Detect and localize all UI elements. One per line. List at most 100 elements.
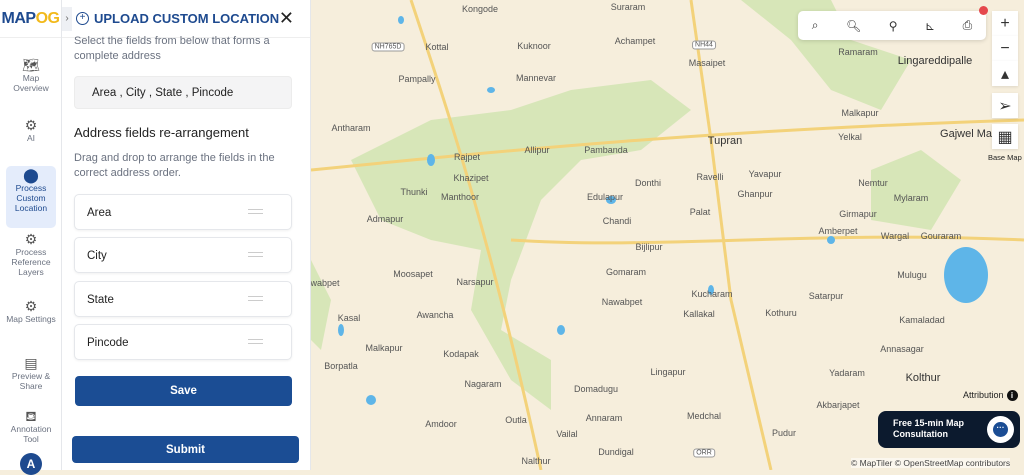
place-label: Kallakal — [683, 309, 715, 319]
water-body — [557, 325, 565, 335]
place-label: Ramaram — [838, 47, 878, 57]
mapog-logo[interactable]: MAP OG — [0, 0, 61, 38]
rail-item-label: Preview & Share — [11, 371, 51, 391]
rail-item-2[interactable]: ⬤ Process Custom Location — [6, 166, 56, 228]
forest-area — [311, 260, 331, 350]
map-toolbar: ⌕ 🔍︎ ⚲ ⊾ ⎙ — [798, 11, 986, 40]
place-label: Malkapur — [841, 108, 879, 118]
map-background — [311, 0, 1024, 470]
place-label: Gajwel Ma — [940, 128, 992, 140]
highway-shield: ORR — [693, 448, 715, 458]
rail-item-3[interactable]: ⚙ Process Reference Layers — [6, 230, 56, 277]
place-label: Manthoor — [440, 192, 480, 202]
close-icon[interactable]: ✕ — [279, 8, 294, 29]
preview-icon: ▤ — [24, 355, 38, 371]
place-label: Antharam — [331, 123, 371, 133]
address-fields-select[interactable]: Area , City , State , Pincode — [74, 76, 292, 109]
place-label: Achampet — [614, 36, 656, 46]
consultation-label: Free 15-min Map Consultation — [893, 418, 965, 439]
water-body — [366, 395, 376, 405]
place-label: Edulapur — [586, 192, 624, 202]
place-label: wabpet — [311, 278, 340, 288]
search-icon[interactable]: 🔍︎ — [846, 19, 861, 33]
gear-icon: ⚙ — [24, 231, 38, 247]
place-label: Awancha — [416, 310, 454, 320]
water-body — [827, 236, 835, 244]
upload-custom-location-panel: › + UPLOAD CUSTOM LOCATION ✕ Select the … — [62, 0, 311, 470]
base-map-label: Base Map — [988, 153, 1022, 162]
place-label: Kodapak — [443, 349, 479, 359]
print-icon[interactable]: ⎙ — [963, 18, 973, 33]
measure-icon[interactable]: ⊾ — [925, 19, 935, 33]
field-label: Pincode — [87, 337, 129, 349]
place-label: Nagaram — [464, 379, 502, 389]
base-map-icon[interactable]: ▦ — [992, 124, 1018, 149]
place-label: Thunki — [400, 187, 428, 197]
place-label: Gomaram — [605, 267, 647, 277]
rail-item-5[interactable]: ▤ Preview & Share — [6, 354, 56, 391]
place-label: Kucharam — [691, 289, 733, 299]
compass-icon[interactable]: ▴ — [992, 61, 1018, 86]
water-body — [398, 16, 404, 24]
close-toolbar-badge[interactable] — [979, 6, 988, 15]
field-state[interactable]: State — [74, 281, 292, 317]
zoom-out-button[interactable]: − — [992, 36, 1018, 61]
place-label: Admapur — [366, 214, 404, 224]
rearrange-hint: Drag and drop to arrange the fields in t… — [74, 152, 275, 179]
location-marker-icon[interactable]: ⚲ — [889, 19, 898, 33]
field-pincode[interactable]: Pincode — [74, 324, 292, 360]
place-label: Nalthur — [521, 456, 551, 466]
place-label: Kothuru — [765, 308, 797, 318]
drag-handle-icon[interactable] — [248, 209, 263, 214]
consultation-button[interactable]: Free 15-min Map Consultation ··· — [878, 411, 1020, 448]
place-label: Kasal — [337, 313, 361, 323]
place-label: Pambanda — [584, 145, 628, 155]
highway-shield: NH44 — [692, 40, 716, 50]
place-label: Borpatla — [324, 361, 358, 371]
rail-item-0[interactable]: 🗺︎ Map Overview — [6, 56, 56, 93]
place-label: Annasagar — [880, 344, 924, 354]
rail-item-4[interactable]: ⚙ Map Settings — [6, 297, 56, 324]
rail-item-label: Map Overview — [13, 73, 49, 93]
place-label: Mannevar — [515, 73, 557, 83]
select-fields-hint: Select the fields from below that forms … — [74, 35, 270, 62]
paint-bucket-icon: ⛾ — [25, 408, 37, 424]
rail-item-label: Process Reference Layers — [11, 247, 51, 277]
forest-area — [871, 150, 961, 230]
collapse-chevron-icon[interactable]: › — [62, 6, 72, 31]
chat-icon[interactable]: ··· — [987, 416, 1014, 443]
place-label: Gouraram — [920, 231, 962, 241]
drag-handle-icon[interactable] — [248, 339, 263, 344]
place-label: Chandi — [602, 216, 632, 226]
attribution-button[interactable]: Attribution i — [963, 390, 1018, 401]
zoom-in-button[interactable]: + — [992, 11, 1018, 36]
map-credit: © MapTiler © OpenStreetMap contributors — [851, 458, 1011, 468]
place-label: Mulugu — [897, 270, 927, 280]
map-search-area-icon[interactable]: ⌕ — [812, 18, 819, 33]
gear-icon: ⚙ — [24, 298, 38, 314]
place-label: Suraram — [610, 2, 646, 12]
place-label: Moosapet — [393, 269, 433, 279]
drag-handle-icon[interactable] — [248, 252, 263, 257]
field-area[interactable]: Area — [74, 194, 292, 230]
rail-item-6[interactable]: ⛾ Annotation Tool — [6, 407, 56, 444]
place-label: Kuknoor — [517, 41, 551, 51]
rail-item-1[interactable]: ⚙ AI — [6, 116, 56, 143]
info-icon: i — [1006, 390, 1018, 401]
water-body — [487, 87, 495, 93]
place-label: Rajpet — [453, 152, 481, 162]
place-label: Akbarjapet — [816, 400, 860, 410]
drag-handle-icon[interactable] — [248, 296, 263, 301]
navigate-icon[interactable]: ➢ — [992, 93, 1018, 118]
attribution-label: Attribution — [963, 390, 1004, 400]
save-button[interactable]: Save — [75, 376, 292, 406]
map-canvas[interactable]: Kongode Suraram Kuknoor Achampet Kottal NH765… — [311, 0, 1024, 470]
place-label: Masaipet — [688, 58, 726, 68]
highway-shield: NH765D — [371, 42, 405, 52]
field-city[interactable]: City — [74, 237, 292, 273]
place-label: Yavapur — [748, 169, 782, 179]
user-avatar[interactable]: A — [20, 453, 42, 475]
place-label: Domadugu — [573, 384, 619, 394]
submit-button[interactable]: Submit — [72, 436, 299, 463]
water-body — [338, 324, 344, 336]
